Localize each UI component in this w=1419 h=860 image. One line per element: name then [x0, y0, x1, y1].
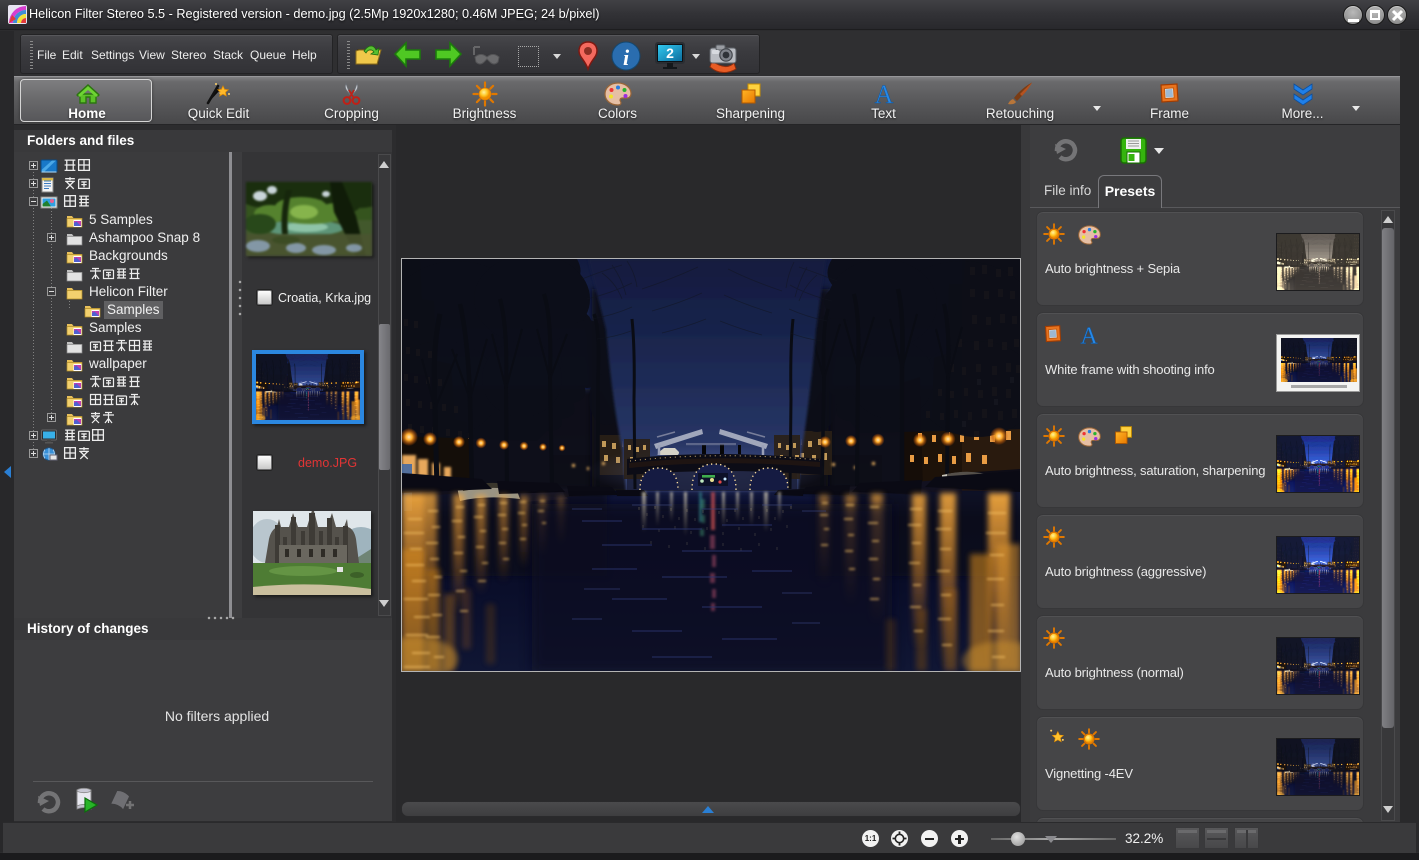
svg-text:A: A: [874, 81, 893, 107]
svg-text:A: A: [1080, 323, 1098, 347]
svg-text:i: i: [623, 45, 630, 70]
svg-text:2: 2: [666, 45, 674, 61]
